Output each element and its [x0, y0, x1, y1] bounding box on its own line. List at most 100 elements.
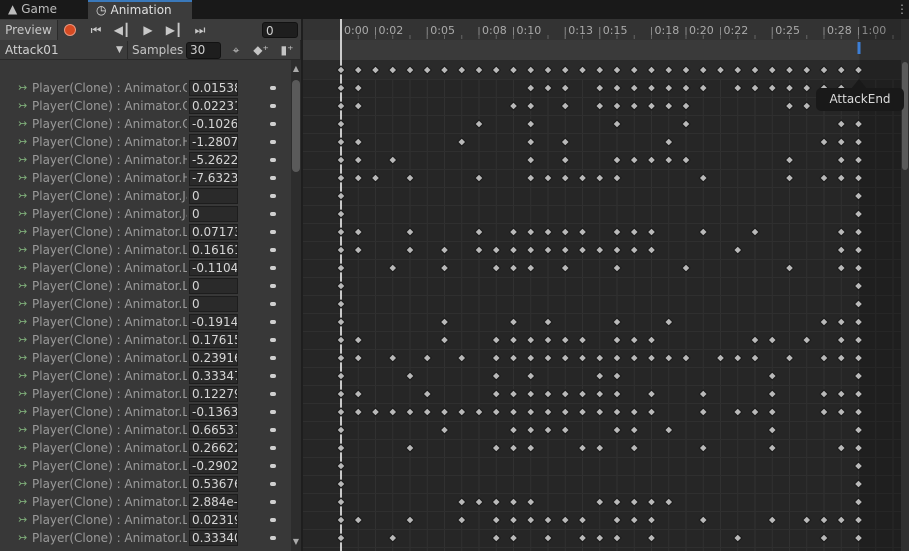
- prev-keyframe-button[interactable]: ◀┃: [110, 20, 134, 40]
- keyframe-option-icon[interactable]: [270, 104, 276, 108]
- property-value-field[interactable]: -0.1363: [189, 404, 238, 420]
- property-value-field[interactable]: 0.23916: [189, 350, 238, 366]
- record-button[interactable]: [58, 20, 82, 40]
- property-value-field[interactable]: 0.02231: [189, 98, 238, 114]
- keyframe-option-icon[interactable]: [270, 158, 276, 162]
- keyframe-option-icon[interactable]: [270, 464, 276, 468]
- keyframe-option-icon[interactable]: [270, 86, 276, 90]
- property-value-field[interactable]: -5.2622: [189, 152, 238, 168]
- keyframe-option-icon[interactable]: [270, 248, 276, 252]
- tab-animation[interactable]: ◷ Animation: [88, 0, 192, 19]
- property-value-field[interactable]: 0.26622: [189, 440, 238, 456]
- property-row[interactable]: ↣ Player(Clone) : Animator.Left Forearm S…: [0, 349, 291, 367]
- property-value-field[interactable]: 0: [189, 206, 238, 222]
- keyframe-option-icon[interactable]: [270, 446, 276, 450]
- add-event-button[interactable]: ▮⁺: [276, 41, 298, 60]
- preview-button[interactable]: Preview: [0, 20, 58, 40]
- property-value-field[interactable]: 0.16161: [189, 242, 238, 258]
- scroll-down-icon[interactable]: ▼: [291, 537, 301, 547]
- property-value-field[interactable]: -1.2807: [189, 134, 238, 150]
- keyframe-option-icon[interactable]: [270, 356, 276, 360]
- property-row[interactable]: ↣ Player(Clone) : Animator.Left Lower Leg…: [0, 421, 291, 439]
- keyframe-option-icon[interactable]: [270, 194, 276, 198]
- property-value-field[interactable]: 0.12279: [189, 386, 238, 402]
- keyframe-option-icon[interactable]: [270, 230, 276, 234]
- property-value-field[interactable]: -7.6323: [189, 170, 238, 186]
- keyframe-option-icon[interactable]: [270, 500, 276, 504]
- property-row[interactable]: ↣ Player(Clone) : Animator.Left Arm Front…: [0, 241, 291, 259]
- property-row[interactable]: ↣ Player(Clone) : Animator.Left Thumb 3 S…: [0, 529, 291, 547]
- keyframe-option-icon[interactable]: [270, 140, 276, 144]
- property-row[interactable]: ↣ Player(Clone) : Animator.Jaw Close0: [0, 187, 291, 205]
- property-row[interactable]: ↣ Player(Clone) : Animator.Chest Left-Rig…: [0, 97, 291, 115]
- keyframe-option-icon[interactable]: [270, 176, 276, 180]
- property-row[interactable]: ↣ Player(Clone) : Animator.Left Eye Down-…: [0, 277, 291, 295]
- property-scrollbar-thumb[interactable]: [292, 80, 300, 172]
- property-row[interactable]: ↣ Player(Clone) : Animator.Left Thumb 1 S…: [0, 493, 291, 511]
- property-row[interactable]: ↣ Player(Clone) : Animator.Left Arm Down-…: [0, 223, 291, 241]
- property-row[interactable]: ↣ Player(Clone) : Animator.Left Forearm T…: [0, 367, 291, 385]
- property-row[interactable]: ↣ Player(Clone) : Animator.Head Nod-1.280…: [0, 133, 291, 151]
- property-row[interactable]: ↣ Player(Clone) : Animator.Left Shoulder …: [0, 475, 291, 493]
- property-row[interactable]: ↣ Player(Clone) : Animator.Left Hand In-O…: [0, 403, 291, 421]
- property-value-field[interactable]: 0.02319: [189, 512, 238, 528]
- property-value-field[interactable]: 0.17615: [189, 332, 238, 348]
- add-keyframe-button[interactable]: ◆⁺: [250, 41, 272, 60]
- samples-field[interactable]: 30: [186, 42, 221, 59]
- property-row[interactable]: ↣ Player(Clone) : Animator.Head Turn-7.63…: [0, 169, 291, 187]
- property-value-field[interactable]: 0.53676: [189, 476, 238, 492]
- keyframe-option-icon[interactable]: [270, 410, 276, 414]
- keyframe-option-icon[interactable]: [270, 428, 276, 432]
- keyframe-option-icon[interactable]: [270, 392, 276, 396]
- property-row[interactable]: ↣ Player(Clone) : Animator.Left Arm Twist…: [0, 259, 291, 277]
- property-row[interactable]: ↣ Player(Clone) : Animator.Head Tilt-5.26…: [0, 151, 291, 169]
- play-button[interactable]: ▶: [136, 20, 160, 40]
- property-value-field[interactable]: 0.33340: [189, 530, 238, 546]
- property-value-field[interactable]: -0.1914: [189, 314, 238, 330]
- keyframe: [388, 353, 398, 363]
- keyframe-option-icon[interactable]: [270, 518, 276, 522]
- timeline-scrollbar-thumb[interactable]: [902, 62, 908, 170]
- first-keyframe-button[interactable]: ⏮: [84, 20, 108, 40]
- property-value-field[interactable]: 0.33347: [189, 368, 238, 384]
- property-value-field[interactable]: -0.2902: [189, 458, 238, 474]
- property-row[interactable]: ↣ Player(Clone) : Animator.Left Thumb 2 S…: [0, 511, 291, 529]
- last-keyframe-button[interactable]: ⏭: [188, 20, 212, 40]
- property-row[interactable]: ↣ Player(Clone) : Animator.Chest Twist-0.…: [0, 115, 291, 133]
- property-row[interactable]: ↣ Player(Clone) : Animator.Left Lower Leg…: [0, 439, 291, 457]
- property-value-field[interactable]: 2.884e-: [189, 494, 238, 510]
- keyframe-option-icon[interactable]: [270, 338, 276, 342]
- property-value-field[interactable]: 0: [189, 296, 238, 312]
- current-frame-field[interactable]: 0: [262, 22, 298, 38]
- property-row[interactable]: ↣ Player(Clone) : Animator.Chest Front-Ba…: [0, 79, 291, 97]
- property-value-field[interactable]: 0: [189, 188, 238, 204]
- property-row[interactable]: ↣ Player(Clone) : Animator.Left Eye In-Ou…: [0, 295, 291, 313]
- clip-dropdown[interactable]: Attack01: [0, 41, 128, 60]
- tab-options-icon[interactable]: ⋮: [896, 0, 908, 19]
- property-row[interactable]: ↣ Player(Clone) : Animator.Left Foot Up-D…: [0, 331, 291, 349]
- property-value-field[interactable]: 0.07173: [189, 224, 238, 240]
- keyframe-option-icon[interactable]: [270, 266, 276, 270]
- property-value-field[interactable]: 0.66537: [189, 422, 238, 438]
- keyframe-filter-button[interactable]: ⌖: [226, 41, 246, 60]
- keyframe-option-icon[interactable]: [270, 284, 276, 288]
- property-value-field[interactable]: 0: [189, 278, 238, 294]
- next-keyframe-button[interactable]: ▶┃: [162, 20, 186, 40]
- keyframe-option-icon[interactable]: [270, 320, 276, 324]
- timeline-canvas[interactable]: 0:00 0:02 0:05 0:08 0:10 0:13 0:15 0:18 0:20 0:22…: [303, 19, 901, 551]
- keyframe-option-icon[interactable]: [270, 536, 276, 540]
- scroll-up-icon[interactable]: ▲: [291, 64, 301, 74]
- keyframe-option-icon[interactable]: [270, 374, 276, 378]
- property-row[interactable]: ↣ Player(Clone) : Animator.Left Hand Down…: [0, 385, 291, 403]
- keyframe-option-icon[interactable]: [270, 122, 276, 126]
- keyframe-option-icon[interactable]: [270, 302, 276, 306]
- keyframe-option-icon[interactable]: [270, 212, 276, 216]
- keyframe-option-icon[interactable]: [270, 482, 276, 486]
- property-row[interactable]: ↣ Player(Clone) : Animator.Jaw Left-Right…: [0, 205, 291, 223]
- property-value-field[interactable]: -0.1026: [189, 116, 238, 132]
- tab-game[interactable]: ▲ Game: [0, 0, 88, 19]
- property-row[interactable]: ↣ Player(Clone) : Animator.Left Shoulder …: [0, 457, 291, 475]
- property-value-field[interactable]: 0.01538: [189, 80, 238, 96]
- property-row[interactable]: ↣ Player(Clone) : Animator.Left Foot Twis…: [0, 313, 291, 331]
- property-value-field[interactable]: -0.1104: [189, 260, 238, 276]
